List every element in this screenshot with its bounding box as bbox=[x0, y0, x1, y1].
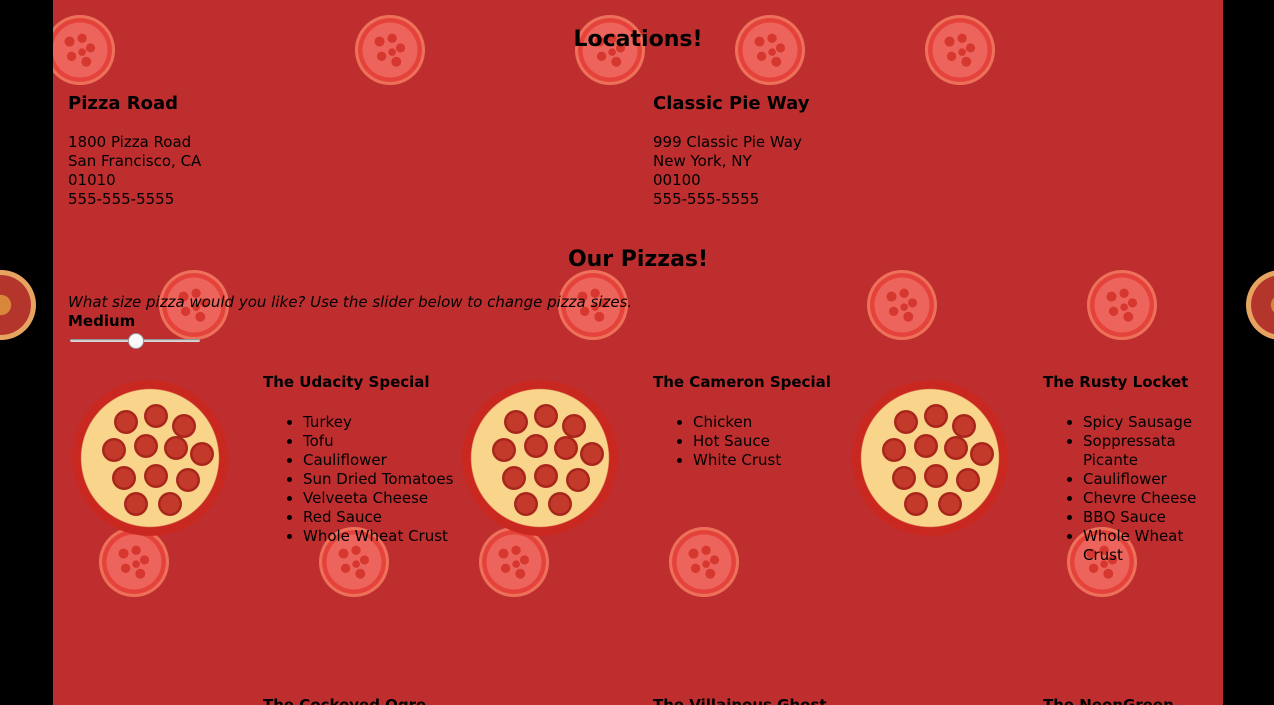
ingredient: Cauliflower bbox=[303, 451, 463, 470]
ingredient: White Crust bbox=[693, 451, 853, 470]
address-zip: 00100 bbox=[653, 171, 701, 189]
address-street: 1800 Pizza Road bbox=[68, 133, 192, 151]
address-city: San Francisco, CA bbox=[68, 152, 202, 170]
main-content: Locations! Pizza Road 1800 Pizza Road Sa… bbox=[53, 0, 1223, 705]
pizza-name: The Cameron Special bbox=[653, 373, 831, 391]
address-city: New York, NY bbox=[653, 152, 752, 170]
pizza-name: The Cockeyed Ogre bbox=[263, 696, 427, 705]
pizza-name: The Udacity Special bbox=[263, 373, 430, 391]
pepperoni-icon bbox=[172, 414, 196, 438]
background-pizza-icon bbox=[669, 527, 739, 597]
pizza-icon bbox=[852, 380, 1008, 536]
ingredient: Hot Sauce bbox=[693, 432, 853, 451]
ingredient: Tofu bbox=[303, 432, 463, 451]
pepperoni-icon bbox=[504, 410, 528, 434]
pepperoni-icon bbox=[970, 442, 994, 466]
pepperoni-icon bbox=[566, 468, 590, 492]
pepperoni-icon bbox=[924, 404, 948, 428]
pepperoni-icon bbox=[164, 436, 188, 460]
pizza-size-slider[interactable] bbox=[70, 332, 200, 350]
background-pizza-icon bbox=[0, 270, 36, 340]
pepperoni-icon bbox=[124, 492, 148, 516]
background-pizza-icon bbox=[1246, 270, 1274, 340]
ingredient-list: Turkey Tofu Cauliflower Sun Dried Tomato… bbox=[263, 413, 463, 546]
ingredient-list: Spicy Sausage Soppressata Picante Caulif… bbox=[1043, 413, 1223, 565]
pepperoni-icon bbox=[562, 414, 586, 438]
pepperoni-icon bbox=[502, 466, 526, 490]
pizzas-heading: Our Pizzas! bbox=[567, 247, 709, 272]
pepperoni-icon bbox=[112, 466, 136, 490]
ingredient: Cauliflower bbox=[1083, 470, 1223, 489]
pizza-size-label: Medium bbox=[68, 312, 136, 330]
pepperoni-icon bbox=[158, 492, 182, 516]
pepperoni-icon bbox=[102, 438, 126, 462]
ingredient: Red Sauce bbox=[303, 508, 463, 527]
ingredient: Sun Dried Tomatoes bbox=[303, 470, 463, 489]
location-name: Classic Pie Way bbox=[653, 93, 810, 114]
pepperoni-icon bbox=[134, 434, 158, 458]
pizza-name: The NeonGreen bbox=[1043, 696, 1174, 705]
ingredient: Chevre Cheese bbox=[1083, 489, 1223, 508]
address-phone: 555-555-5555 bbox=[653, 190, 760, 208]
pepperoni-icon bbox=[144, 464, 168, 488]
background-pizza-icon bbox=[867, 270, 937, 340]
ingredient: Whole Wheat Crust bbox=[1083, 527, 1223, 565]
background-pizza-icon bbox=[99, 527, 169, 597]
location-address: 999 Classic Pie Way New York, NY 00100 5… bbox=[653, 133, 802, 209]
pepperoni-icon bbox=[176, 468, 200, 492]
ingredient: Soppressata Picante bbox=[1083, 432, 1223, 470]
pizza-icon bbox=[462, 380, 618, 536]
pizza-name: The Rusty Locket bbox=[1043, 373, 1189, 391]
ingredient: BBQ Sauce bbox=[1083, 508, 1223, 527]
address-street: 999 Classic Pie Way bbox=[653, 133, 802, 151]
pizza-icon bbox=[72, 380, 228, 536]
background-pizza-icon bbox=[479, 527, 549, 597]
pepperoni-icon bbox=[580, 442, 604, 466]
slider-thumb[interactable] bbox=[128, 333, 144, 349]
pepperoni-icon bbox=[534, 404, 558, 428]
locations-heading: Locations! bbox=[573, 27, 703, 52]
pepperoni-icon bbox=[944, 436, 968, 460]
ingredient: Turkey bbox=[303, 413, 463, 432]
pepperoni-icon bbox=[190, 442, 214, 466]
location-address: 1800 Pizza Road San Francisco, CA 01010 … bbox=[68, 133, 201, 209]
pepperoni-icon bbox=[914, 434, 938, 458]
ingredient: Whole Wheat Crust bbox=[303, 527, 463, 546]
pepperoni-icon bbox=[924, 464, 948, 488]
pepperoni-icon bbox=[554, 436, 578, 460]
pepperoni-icon bbox=[956, 468, 980, 492]
location-name: Pizza Road bbox=[68, 93, 178, 114]
pepperoni-icon bbox=[492, 438, 516, 462]
address-zip: 01010 bbox=[68, 171, 116, 189]
pepperoni-icon bbox=[892, 466, 916, 490]
ingredient-list: Chicken Hot Sauce White Crust bbox=[653, 413, 853, 470]
pepperoni-icon bbox=[894, 410, 918, 434]
pepperoni-icon bbox=[524, 434, 548, 458]
pepperoni-icon bbox=[882, 438, 906, 462]
pepperoni-icon bbox=[548, 492, 572, 516]
pizza-name: The Villainous Ghost bbox=[653, 696, 827, 705]
pepperoni-icon bbox=[904, 492, 928, 516]
pepperoni-icon bbox=[534, 464, 558, 488]
pepperoni-icon bbox=[144, 404, 168, 428]
size-prompt: What size pizza would you like? Use the … bbox=[68, 293, 633, 311]
address-phone: 555-555-5555 bbox=[68, 190, 175, 208]
pepperoni-icon bbox=[514, 492, 538, 516]
pepperoni-icon bbox=[952, 414, 976, 438]
background-pizza-icon bbox=[1087, 270, 1157, 340]
pepperoni-icon bbox=[114, 410, 138, 434]
ingredient: Spicy Sausage bbox=[1083, 413, 1223, 432]
ingredient: Velveeta Cheese bbox=[303, 489, 463, 508]
pepperoni-icon bbox=[938, 492, 962, 516]
ingredient: Chicken bbox=[693, 413, 853, 432]
